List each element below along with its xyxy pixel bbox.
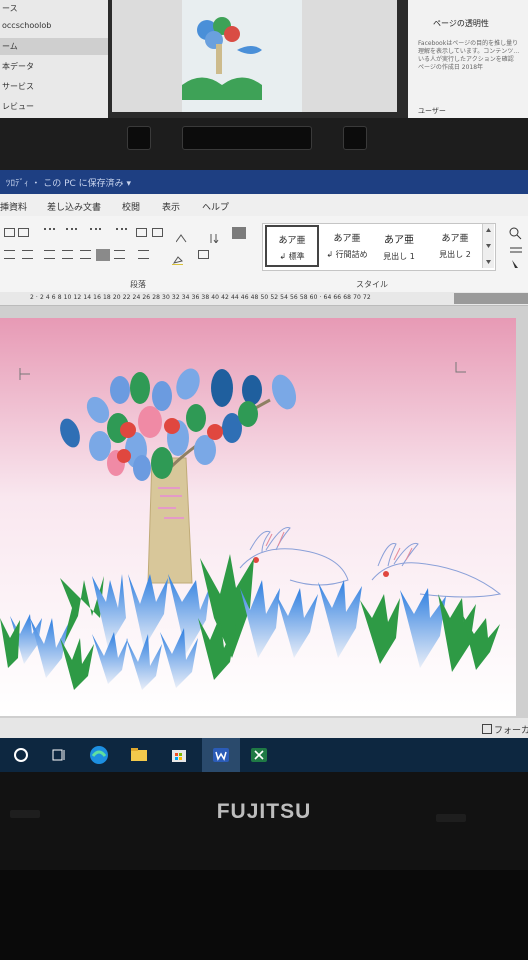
style-name: 見出し 2	[439, 250, 471, 259]
document-title[interactable]: ﾂﾛﾃﾞｨ ・ この PC に保存済み ▾	[6, 176, 131, 189]
background-tree-drawing	[182, 0, 302, 112]
tab-help[interactable]: ヘルプ	[202, 200, 229, 213]
distribute-icon[interactable]	[96, 249, 110, 261]
style-heading-2[interactable]: あア亜 見出し 2	[428, 225, 482, 267]
font-color-icon[interactable]	[4, 228, 15, 237]
bg-left-item: 本データ	[2, 62, 34, 71]
laptop-keyboard-edge	[0, 870, 528, 960]
style-preview: あア亜	[278, 236, 306, 246]
align-left-icon[interactable]	[22, 250, 33, 259]
task-view-icon[interactable]	[48, 744, 70, 766]
align-center-icon[interactable]	[44, 250, 55, 259]
decrease-indent-icon[interactable]	[136, 228, 147, 237]
indicator-slot	[436, 814, 466, 822]
hinge-left	[127, 126, 151, 150]
numbering-icon[interactable]	[66, 228, 77, 237]
multilevel-list-icon[interactable]	[116, 228, 127, 237]
facebook-user-label: ユーザー	[418, 107, 446, 115]
indicator-slot	[10, 810, 40, 818]
shading-icon[interactable]	[172, 250, 183, 265]
status-bar	[0, 718, 528, 738]
style-normal[interactable]: あア亜 ↲ 標準	[265, 225, 319, 267]
excel-icon[interactable]	[248, 744, 270, 766]
background-left-panel: ース occschoolob ーム 本データ サービス レビュー	[0, 0, 108, 125]
facebook-description: Facebookはページの目的を推し量り理解を表示しています。コンテンツ…いる人…	[418, 40, 524, 72]
distributed-icon[interactable]	[114, 250, 125, 259]
style-heading-1[interactable]: あア亜 見出し 1	[372, 225, 426, 267]
ruler-margin	[454, 293, 528, 304]
bg-left-item: occschoolob	[2, 21, 52, 30]
style-preview: あア亜	[441, 234, 469, 244]
background-center-screen	[112, 0, 397, 112]
show-hide-marks-icon[interactable]	[232, 227, 246, 239]
styles-group-label: スタイル	[356, 280, 388, 289]
paragraph-group-label: 段落	[130, 280, 146, 289]
align-right-icon[interactable]	[62, 250, 73, 259]
tab-view[interactable]: 表示	[162, 200, 180, 213]
style-no-spacing[interactable]: あア亜 ↲ 行間詰め	[320, 225, 374, 267]
focus-mode-label[interactable]: フォーカ	[494, 723, 528, 736]
word-icon[interactable]	[210, 744, 232, 766]
align-left-icon[interactable]	[4, 250, 15, 259]
find-icon[interactable]	[506, 224, 526, 274]
hinge-center	[182, 126, 312, 150]
borders-icon[interactable]	[198, 250, 209, 259]
style-preview: あア亜	[333, 234, 361, 244]
increase-indent-icon[interactable]	[152, 228, 163, 237]
start-circle-icon[interactable]	[10, 744, 32, 766]
line-spacing-icon[interactable]	[138, 250, 149, 259]
justify-icon[interactable]	[80, 250, 91, 259]
ruler-numbers: 2 · 2 4 6 8 10 12 14 16 18 20 22 24 26 2…	[30, 294, 371, 301]
tab-review[interactable]: 校閲	[122, 200, 140, 213]
multilevel-list-icon[interactable]	[90, 228, 101, 237]
style-name: ↲ 行間詰め	[326, 250, 368, 259]
facebook-transparency-title: ページの透明性	[433, 19, 489, 28]
asian-layout-icon[interactable]	[175, 228, 187, 243]
bg-left-item: ーム	[0, 38, 108, 55]
bg-left-item: サービス	[2, 82, 34, 91]
focus-mode-icon[interactable]	[482, 724, 492, 734]
style-preview: あア亜	[384, 235, 414, 246]
bg-left-item: ース	[2, 4, 18, 13]
store-icon[interactable]	[168, 744, 190, 766]
style-name: ↲ 標準	[279, 252, 305, 261]
hinge-right	[343, 126, 367, 150]
sort-icon[interactable]	[208, 228, 219, 244]
edge-icon[interactable]	[88, 744, 110, 766]
facebook-date-text: ページの作成日 2018年	[418, 64, 484, 71]
styles-scroll-buttons[interactable]	[482, 224, 494, 268]
char-border-icon[interactable]	[18, 228, 29, 237]
document-page[interactable]	[0, 318, 516, 716]
file-explorer-icon[interactable]	[128, 744, 150, 766]
style-name: 見出し 1	[383, 252, 415, 261]
tab-mailings[interactable]: 差し込み文書	[47, 200, 101, 213]
drawing-artwork	[0, 318, 516, 716]
bg-left-item: レビュー	[2, 102, 34, 111]
bullets-icon[interactable]	[44, 228, 55, 237]
tab-references-partial[interactable]: 挿資料	[0, 200, 27, 213]
facebook-desc-text: Facebookはページの目的を推し量り理解を表示しています。コンテンツ…いる人…	[418, 40, 520, 63]
